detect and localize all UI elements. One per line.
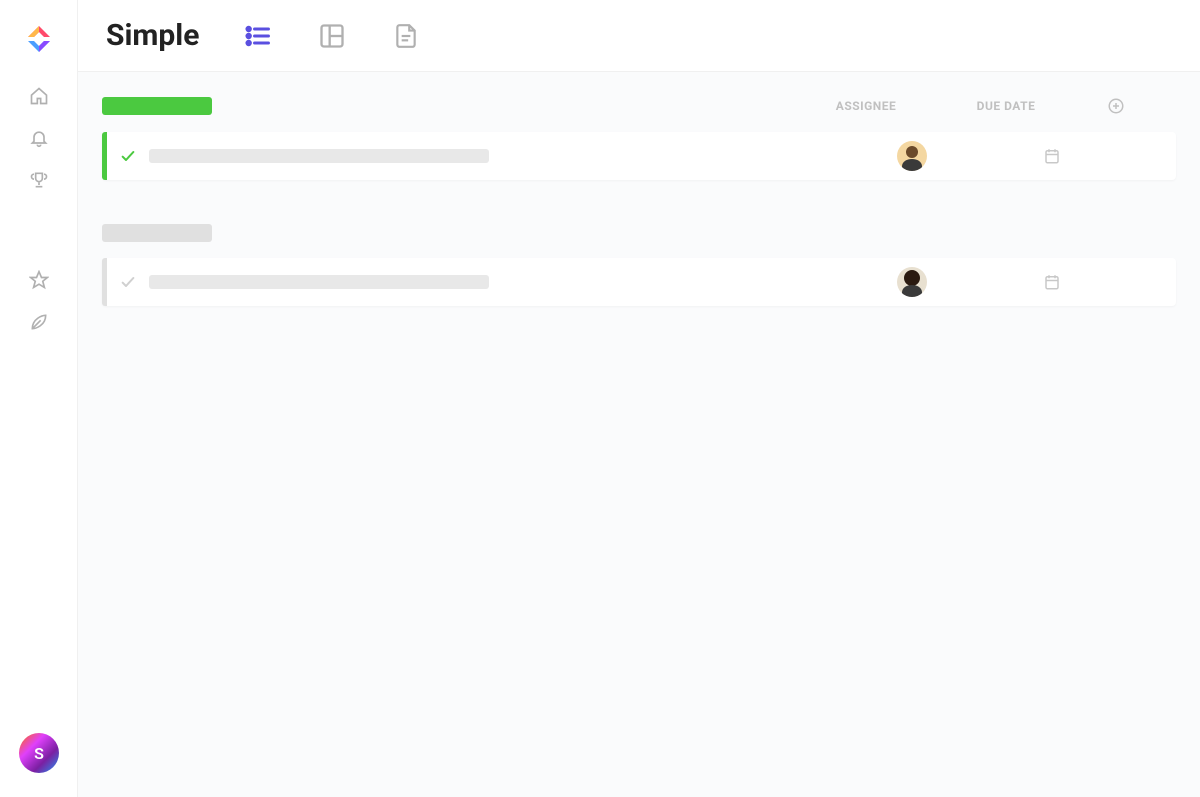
star-icon[interactable] (29, 270, 49, 290)
view-tabs (243, 21, 421, 51)
task-fields (872, 267, 1092, 297)
task-checkmark-icon[interactable] (107, 148, 149, 164)
page-title: Simple (106, 18, 199, 53)
task-group (102, 224, 1176, 306)
leaf-icon[interactable] (29, 312, 49, 332)
duedate-cell[interactable] (1012, 147, 1092, 165)
topbar: Simple (78, 0, 1200, 72)
trophy-icon[interactable] (29, 170, 49, 190)
group-header (102, 224, 1176, 242)
home-icon[interactable] (29, 86, 49, 106)
bell-icon[interactable] (29, 128, 49, 148)
list-view-tab[interactable] (243, 21, 273, 51)
task-row[interactable] (102, 258, 1176, 306)
column-headers: ASSIGNEE DUE DATE (826, 96, 1126, 116)
task-title-placeholder (149, 149, 489, 163)
group-header: ASSIGNEE DUE DATE (102, 96, 1176, 116)
assignee-cell[interactable] (872, 141, 952, 171)
status-label[interactable] (102, 224, 212, 242)
status-label[interactable] (102, 97, 212, 115)
column-header-duedate[interactable]: DUE DATE (966, 99, 1046, 113)
task-row[interactable] (102, 132, 1176, 180)
task-title-placeholder (149, 275, 489, 289)
app-logo[interactable] (22, 22, 56, 56)
board-view-tab[interactable] (317, 21, 347, 51)
duedate-cell[interactable] (1012, 273, 1092, 291)
assignee-avatar (897, 267, 927, 297)
sidebar: S (0, 0, 78, 797)
user-avatar[interactable]: S (19, 733, 59, 773)
assignee-cell[interactable] (872, 267, 952, 297)
task-fields (872, 141, 1092, 171)
column-header-assignee[interactable]: ASSIGNEE (826, 99, 906, 113)
assignee-avatar (897, 141, 927, 171)
task-checkmark-icon[interactable] (107, 274, 149, 290)
add-column-button[interactable] (1106, 96, 1126, 116)
sidebar-nav (29, 86, 49, 332)
task-group: ASSIGNEE DUE DATE (102, 96, 1176, 180)
content-area: ASSIGNEE DUE DATE (78, 72, 1200, 797)
doc-view-tab[interactable] (391, 21, 421, 51)
main: Simple ASSIGNEE DUE DATE (78, 0, 1200, 797)
user-initial: S (34, 744, 44, 763)
